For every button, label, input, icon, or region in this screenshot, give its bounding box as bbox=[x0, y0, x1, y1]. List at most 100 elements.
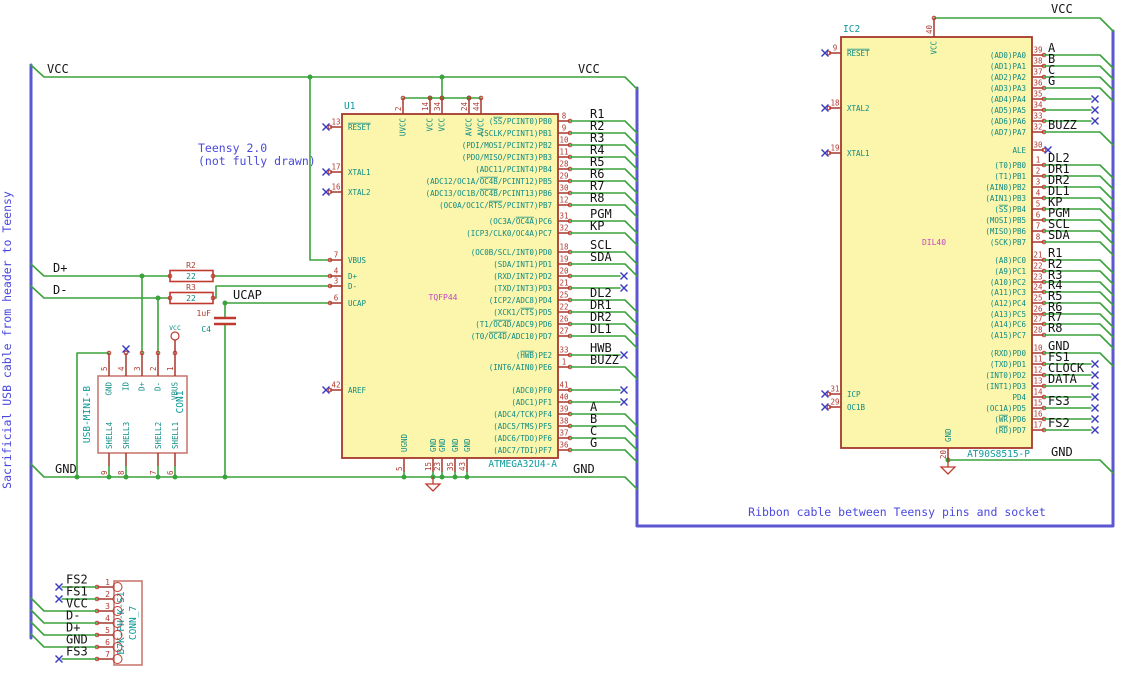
net-label-FS3[interactable]: FS3 bbox=[66, 645, 88, 659]
wire[interactable] bbox=[569, 413, 638, 427]
net-label-BUZZ[interactable]: BUZZ bbox=[590, 353, 619, 367]
pin-name: (A8)PC0 bbox=[994, 256, 1026, 265]
junction-dot bbox=[439, 74, 445, 80]
pin-name: (AD1)PA1 bbox=[990, 62, 1026, 71]
wire[interactable] bbox=[30, 285, 171, 299]
wire[interactable] bbox=[933, 17, 1114, 32]
pin-number: 29 bbox=[559, 172, 568, 181]
pin-name: (SDA/INT1)PD1 bbox=[493, 260, 552, 269]
pin-number: 40 bbox=[559, 393, 569, 402]
pin-number: 39 bbox=[559, 405, 568, 414]
wire[interactable] bbox=[569, 263, 638, 277]
schematic-canvas[interactable]: U1ATMEGA32U4-ATQFP4413RESET17XTAL116XTAL… bbox=[0, 0, 1131, 690]
junction-dot bbox=[222, 474, 228, 480]
net-label-DL1[interactable]: DL1 bbox=[590, 322, 612, 336]
pin-number: 11 bbox=[559, 148, 568, 157]
pin-number: 14 bbox=[421, 101, 430, 111]
wire[interactable] bbox=[569, 437, 638, 451]
pin-name: (ICP3/CLK0/OC4A)PC7 bbox=[466, 229, 552, 238]
junction-dot bbox=[307, 74, 313, 80]
pin-name: (T1/OC4D/ADC9)PD6 bbox=[475, 320, 552, 329]
pin-number: 6 bbox=[105, 638, 110, 647]
pin-name: (AD0)PA0 bbox=[990, 51, 1027, 60]
reference-u1[interactable]: U1 bbox=[344, 101, 356, 112]
reference-r3[interactable]: R3 bbox=[186, 283, 196, 292]
net-label-VCC[interactable]: VCC bbox=[578, 62, 600, 76]
value-r2[interactable]: 22 bbox=[186, 272, 196, 281]
vcc-power-icon bbox=[170, 331, 180, 341]
reference-r2[interactable]: R2 bbox=[186, 261, 196, 270]
value-r3[interactable]: 22 bbox=[186, 294, 196, 303]
net-label-FS3[interactable]: FS3 bbox=[1048, 394, 1070, 408]
pin-name: (MISO)PB6 bbox=[985, 227, 1026, 236]
reference-ic2[interactable]: IC2 bbox=[843, 24, 860, 35]
net-label-FS2[interactable]: FS2 bbox=[1048, 416, 1070, 430]
wire[interactable] bbox=[30, 64, 638, 90]
net-label-R8[interactable]: R8 bbox=[1048, 321, 1062, 335]
net-label-VCC[interactable]: VCC bbox=[47, 62, 69, 76]
pin-number: 9 bbox=[833, 44, 838, 53]
net-label-DATA[interactable]: DATA bbox=[1048, 372, 1078, 386]
wire[interactable] bbox=[569, 366, 638, 380]
pin-name: (INT0)PD2 bbox=[985, 371, 1026, 380]
value-ic2[interactable]: AT90S8515-P bbox=[967, 449, 1030, 460]
pin-name: (INT6/AIN0)PE6 bbox=[489, 363, 553, 372]
net-label-G[interactable]: G bbox=[1048, 74, 1055, 88]
reference-conn7[interactable]: CONN_7 bbox=[128, 606, 139, 640]
pin-number: 27 bbox=[1033, 315, 1042, 324]
pin-number: 5 bbox=[105, 626, 110, 635]
wire[interactable] bbox=[212, 285, 331, 299]
pin-number: 3 bbox=[1036, 178, 1041, 187]
pin-number: 7 bbox=[334, 251, 339, 260]
wire[interactable] bbox=[947, 459, 1114, 474]
net-label-R8[interactable]: R8 bbox=[590, 191, 604, 205]
pin-name: (A14)PC6 bbox=[990, 320, 1027, 329]
pin-name: (OC0B/SCL/INT0)PD0 bbox=[471, 248, 553, 257]
net-label-G[interactable]: G bbox=[590, 436, 597, 450]
wire[interactable] bbox=[569, 425, 638, 439]
pin-name: (TXD/INT3)PD3 bbox=[493, 284, 552, 293]
wire[interactable] bbox=[30, 609, 98, 624]
net-label-GND[interactable]: GND bbox=[55, 462, 77, 476]
pin-number: 37 bbox=[1033, 68, 1042, 77]
pin-number: 1 bbox=[105, 578, 110, 587]
gnd-icon bbox=[939, 466, 957, 475]
pin-number: 25 bbox=[1033, 294, 1042, 303]
pin-name: VCC bbox=[930, 41, 939, 55]
pin-name: SHELL2 bbox=[154, 422, 163, 449]
net-label-GND[interactable]: GND bbox=[573, 462, 595, 476]
junction-dot bbox=[452, 474, 458, 480]
net-label-SDA[interactable]: SDA bbox=[1048, 228, 1070, 242]
net-label-D+[interactable]: D+ bbox=[53, 261, 67, 275]
wire[interactable] bbox=[309, 76, 331, 261]
pin-name: VBUS bbox=[171, 382, 180, 401]
pin-name: SHELL4 bbox=[105, 421, 114, 449]
net-label-BUZZ[interactable]: BUZZ bbox=[1048, 118, 1077, 132]
wire[interactable] bbox=[1043, 131, 1114, 146]
pin-name: (ADC4/TCK)PF4 bbox=[493, 410, 552, 419]
value-u1[interactable]: ATMEGA32U4-A bbox=[488, 459, 557, 470]
net-label-UCAP[interactable]: UCAP bbox=[233, 288, 262, 302]
value-c4[interactable]: 1uF bbox=[197, 309, 212, 318]
pin-number: 4 bbox=[117, 366, 126, 371]
wire[interactable] bbox=[569, 449, 638, 463]
pin-number: 6 bbox=[166, 470, 175, 475]
value-con1[interactable]: USB-MINI-B bbox=[82, 386, 93, 443]
pin-number: 19 bbox=[559, 255, 568, 264]
pin-name: (MOSI)PB5 bbox=[985, 216, 1026, 225]
pin-number: 37 bbox=[559, 429, 568, 438]
pin-name: (PDO/MISO/PCINT3)PB3 bbox=[462, 153, 552, 162]
pin-name: (ADC13/OC1B/OC4B/PCINT13)PB6 bbox=[426, 189, 553, 198]
net-label-D-[interactable]: D- bbox=[53, 283, 67, 297]
pin-name: (XCK1/CTS)PD5 bbox=[493, 308, 552, 317]
pin-name: ALE bbox=[1012, 146, 1026, 155]
net-label-VCC[interactable]: VCC bbox=[1051, 2, 1073, 16]
pin-name: (ADC5/TMS)PF5 bbox=[493, 422, 552, 431]
net-label-SDA[interactable]: SDA bbox=[590, 250, 612, 264]
wire[interactable] bbox=[30, 263, 171, 277]
net-label-KP[interactable]: KP bbox=[590, 219, 604, 233]
pin-name: (T1)PB1 bbox=[994, 172, 1026, 181]
pin-name: UGND bbox=[400, 433, 409, 452]
reference-c4[interactable]: C4 bbox=[201, 325, 211, 334]
net-label-GND[interactable]: GND bbox=[1051, 445, 1073, 459]
